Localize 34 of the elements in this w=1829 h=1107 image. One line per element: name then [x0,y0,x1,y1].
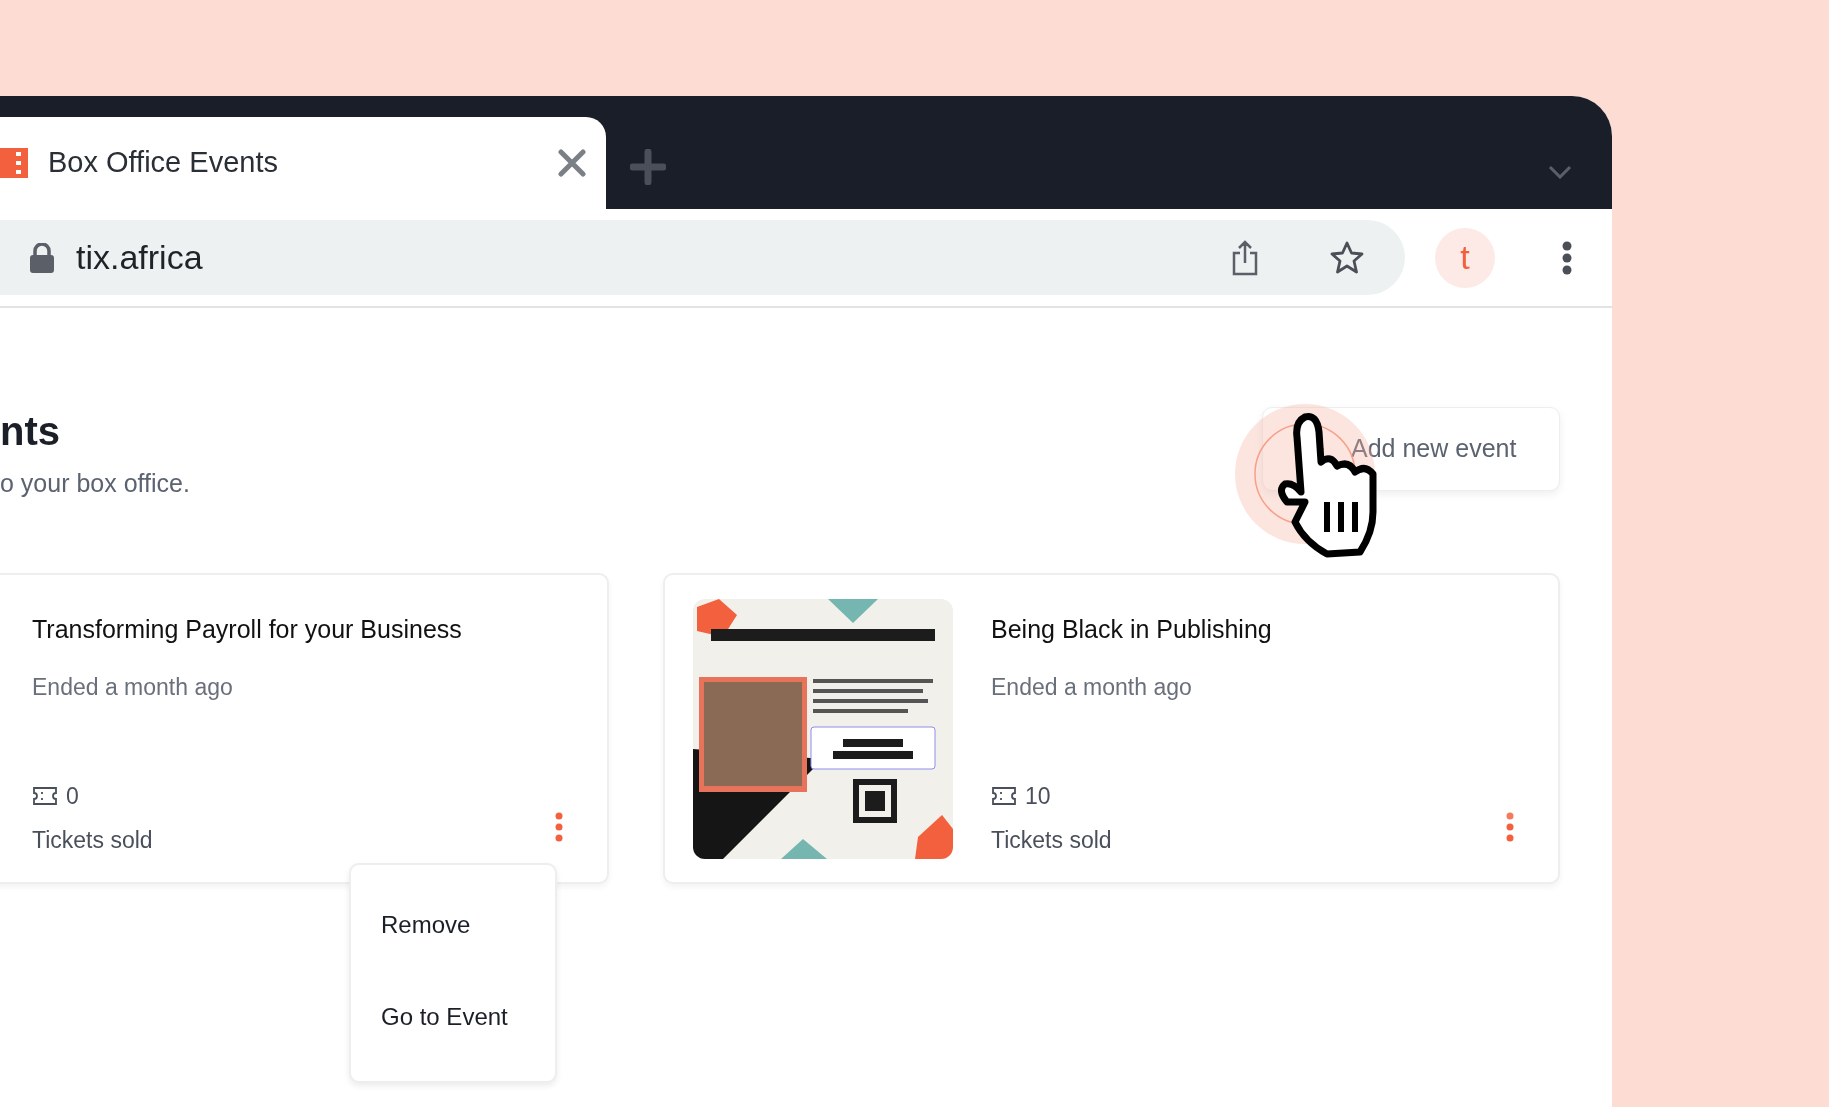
address-bar[interactable]: tix.africa [0,220,1405,295]
tab-title: Box Office Events [48,145,279,181]
menu-item[interactable]: Go to Event [351,971,555,1063]
event-title: Being Black in Publishing [991,613,1272,645]
star-icon [1329,239,1365,276]
page-heading: nts [0,408,61,455]
event-title: Transforming Payroll for your Business [32,613,462,645]
ticket-icon [32,785,58,806]
share-icon [1231,239,1259,276]
bookmark-star-button[interactable] [1329,239,1365,276]
page-subtitle: o your box office. [0,468,190,499]
lock-icon [30,242,54,273]
tickets-count: 10 [1025,781,1051,811]
tab-list-button[interactable] [1548,165,1572,179]
event-status: Ended a month ago [991,673,1192,702]
more-vertical-icon [555,811,563,842]
browser-menu-button[interactable] [1562,240,1572,275]
menu-item[interactable]: Remove [351,879,555,971]
plus-icon [630,149,666,185]
event-status: Ended a month ago [32,673,233,702]
more-vertical-icon [1562,240,1572,275]
close-tab-button[interactable] [558,149,586,177]
new-tab-button[interactable] [630,149,666,185]
browser-tab[interactable]: Box Office Events [0,117,606,209]
tickets-count: 0 [66,781,79,811]
chevron-down-icon [1548,165,1572,179]
ticket-icon [991,785,1017,806]
more-vertical-icon [1506,811,1514,842]
share-button[interactable] [1231,239,1259,276]
tickets-label: Tickets sold [32,826,153,855]
url-text: tix.africa [76,237,204,278]
ticket-logo-icon [0,148,28,178]
close-icon [558,149,586,177]
tickets-label: Tickets sold [991,826,1112,855]
